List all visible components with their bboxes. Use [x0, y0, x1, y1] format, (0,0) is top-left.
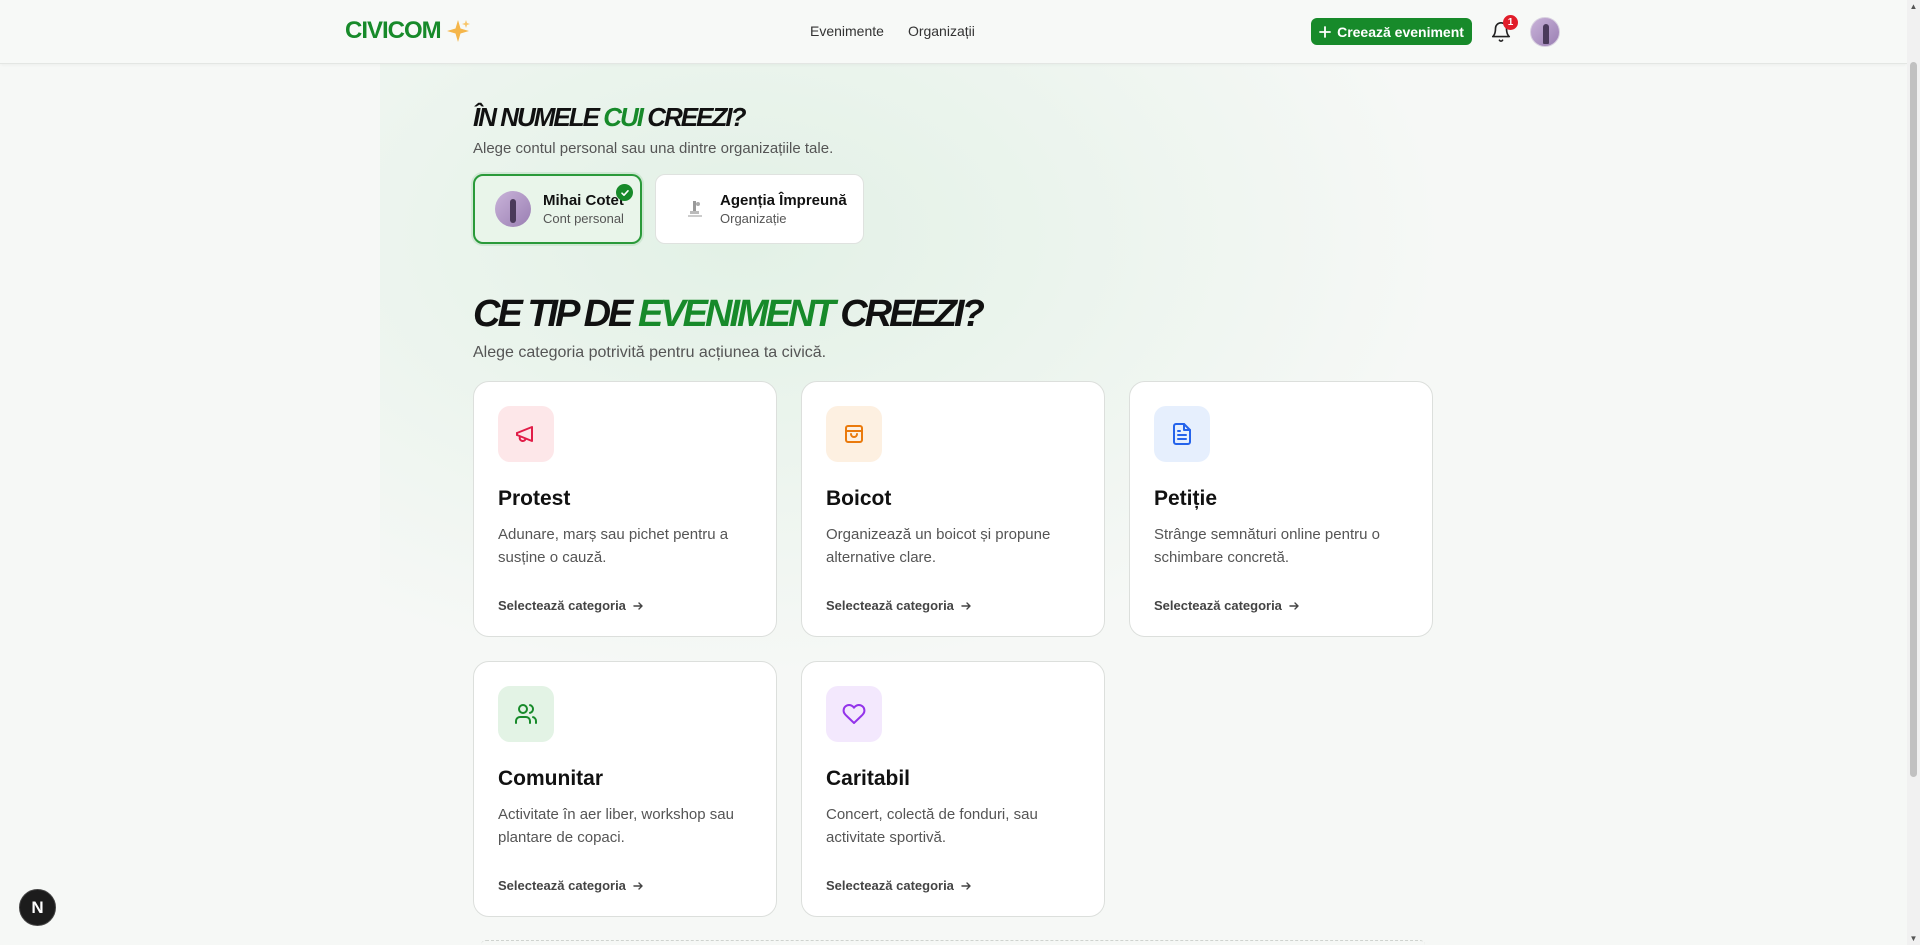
scroll-up-arrow[interactable]: ▲	[1909, 2, 1918, 11]
organization-logo-icon	[682, 196, 708, 222]
notification-badge: 1	[1503, 15, 1518, 30]
heart-icon	[826, 686, 882, 742]
select-category-link[interactable]: Selectează categoria	[498, 598, 644, 613]
account-option-organization[interactable]: Agenția Împreună Organizație	[655, 174, 864, 244]
account-type: Cont personal	[543, 211, 624, 226]
top-navbar: CIVICOM Evenimente Organizații Creează e…	[0, 0, 1907, 64]
shopping-bag-icon	[826, 406, 882, 462]
category-card-protest[interactable]: Protest Adunare, marș sau pichet pentru …	[473, 381, 777, 637]
page-scrollbar[interactable]: ▲ ▼	[1907, 0, 1920, 945]
category-section-subtitle: Alege categoria potrivită pentru acțiune…	[473, 344, 827, 361]
next-section-outline	[481, 940, 1425, 945]
main-nav: Evenimente Organizații	[810, 23, 975, 39]
category-card-boicot[interactable]: Boicot Organizează un boicot și propune …	[801, 381, 1105, 637]
arrow-right-icon	[961, 601, 971, 610]
category-description: Organizează un boicot și propune alterna…	[826, 526, 1051, 566]
account-section-subtitle: Alege contul personal sau una dintre org…	[473, 140, 834, 157]
account-section-title: În numele cui creezi?	[473, 102, 746, 132]
users-icon	[498, 686, 554, 742]
category-section-title: Ce tip de eveniment creezi?	[473, 293, 985, 335]
arrow-right-icon	[633, 881, 643, 890]
category-description: Strânge semnături online pentru o schimb…	[1154, 526, 1380, 566]
arrow-right-icon	[633, 601, 643, 610]
select-category-link[interactable]: Selectează categoria	[1154, 598, 1300, 613]
account-name: Agenția Împreună	[720, 192, 847, 209]
arrow-right-icon	[1289, 601, 1299, 610]
category-title: Caritabil	[826, 767, 911, 790]
category-description: Concert, colectă de fonduri, sau activit…	[826, 806, 1038, 846]
category-card-petitie[interactable]: Petiție Strânge semnături online pentru …	[1129, 381, 1433, 637]
scroll-down-arrow[interactable]: ▼	[1909, 934, 1918, 943]
personal-avatar	[495, 191, 531, 227]
megaphone-icon	[498, 406, 554, 462]
category-description: Adunare, marș sau pichet pentru a susțin…	[498, 526, 729, 566]
account-option-personal[interactable]: Mihai Cotet Cont personal	[473, 174, 642, 244]
category-title: Protest	[498, 487, 571, 510]
selected-check-icon	[616, 184, 633, 201]
category-title: Petiție	[1154, 487, 1218, 510]
category-title: Comunitar	[498, 767, 603, 790]
arrow-right-icon	[961, 881, 971, 890]
nav-organizatii[interactable]: Organizații	[908, 23, 975, 39]
category-card-caritabil[interactable]: Caritabil Concert, colectă de fonduri, s…	[801, 661, 1105, 917]
account-type: Organizație	[720, 211, 787, 226]
nav-evenimente[interactable]: Evenimente	[810, 23, 884, 39]
plus-icon	[1319, 25, 1331, 38]
select-category-link[interactable]: Selectează categoria	[498, 878, 644, 893]
civicom-logo[interactable]: CIVICOM	[345, 17, 471, 45]
account-name: Mihai Cotet	[543, 192, 624, 209]
create-event-label: Creează eveniment	[1337, 23, 1464, 40]
logo-text: CIVICOM	[345, 17, 442, 44]
select-category-link[interactable]: Selectează categoria	[826, 878, 972, 893]
dev-tools-button[interactable]: N	[19, 889, 56, 926]
category-description: Activitate în aer liber, workshop sau pl…	[498, 806, 734, 846]
category-title: Boicot	[826, 487, 892, 510]
scroll-thumb[interactable]	[1910, 62, 1917, 777]
user-avatar[interactable]	[1530, 17, 1560, 47]
create-event-button[interactable]: Creează eveniment	[1311, 18, 1472, 45]
document-icon	[1154, 406, 1210, 462]
category-card-comunitar[interactable]: Comunitar Activitate în aer liber, works…	[473, 661, 777, 917]
sparkle-icon	[446, 20, 470, 42]
select-category-link[interactable]: Selectează categoria	[826, 598, 972, 613]
